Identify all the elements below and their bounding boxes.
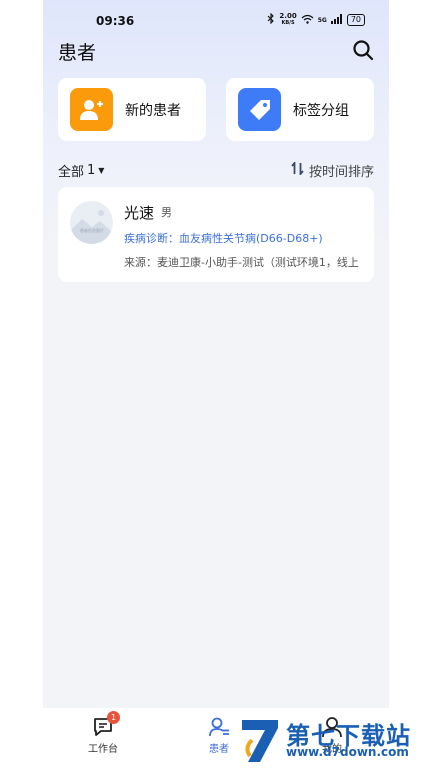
tag-group-label: 标签分组 [293, 102, 349, 119]
watermark: 第七下载站 www.d7down.com [238, 712, 432, 768]
page-title: 患者 [58, 42, 97, 64]
notification-badge: 1 [107, 711, 120, 724]
watermark-url: www.d7down.com [286, 745, 409, 759]
search-icon [352, 40, 374, 65]
net-speed-value: 2.00 [279, 12, 297, 20]
sort-button[interactable]: 按时间排序 [291, 160, 374, 180]
tag-icon [238, 88, 281, 131]
status-time: 09:36 [96, 14, 135, 28]
watermark-logo-icon [242, 720, 278, 762]
tag-group-button[interactable]: 标签分组 [226, 78, 374, 141]
chat-icon: 1 [92, 711, 120, 738]
tab-workbench[interactable]: 1 工作台 [73, 711, 133, 755]
wifi-icon [301, 14, 314, 27]
tab-workbench-label: 工作台 [88, 744, 118, 755]
caret-down-icon: ▼ [98, 166, 105, 175]
new-patient-button[interactable]: 新的患者 [58, 78, 206, 141]
patient-gender: 男 [161, 206, 172, 219]
status-icons: 2.00 KB/S 5G 70 [267, 13, 365, 27]
signal-icon [330, 13, 343, 27]
filter-count: 1 [87, 163, 96, 178]
tab-patients-label: 患者 [209, 744, 229, 755]
filter-label: 全部 [58, 165, 85, 180]
search-button[interactable] [352, 39, 374, 61]
sort-label: 按时间排序 [308, 165, 374, 180]
status-bar: 09:36 2.00 KB/S 5G 70 [43, 0, 389, 40]
new-patient-label: 新的患者 [125, 102, 181, 119]
bluetooth-icon [267, 12, 275, 27]
filter-dropdown[interactable]: 全部 1 ▼ [58, 161, 104, 180]
sort-icon [291, 160, 304, 179]
avatar: 患者信息图片 [70, 201, 113, 244]
app-screen: 09:36 2.00 KB/S 5G 70 患者 新的患者 标签分组 全部 1 … [43, 0, 389, 768]
net-speed: 2.00 KB/S [279, 13, 296, 27]
patient-source: 来源：麦迪卫康-小助手-测试（测试环境1，线上 [124, 256, 359, 269]
patient-diagnosis: 疾病诊断：血友病性关节病(D66-D68+) [124, 232, 323, 245]
image-placeholder-icon [70, 210, 113, 244]
patient-name: 光速 [124, 204, 155, 222]
net-speed-unit: KB/S [281, 20, 295, 26]
add-user-icon [70, 88, 113, 131]
patient-card[interactable]: 患者信息图片 光速 男 疾病诊断：血友病性关节病(D66-D68+) 来源：麦迪… [58, 187, 374, 282]
battery-indicator: 70 [346, 14, 365, 26]
avatar-caption: 患者信息图片 [80, 228, 104, 233]
signal-label: 5G [317, 16, 327, 24]
patient-icon [208, 716, 230, 738]
